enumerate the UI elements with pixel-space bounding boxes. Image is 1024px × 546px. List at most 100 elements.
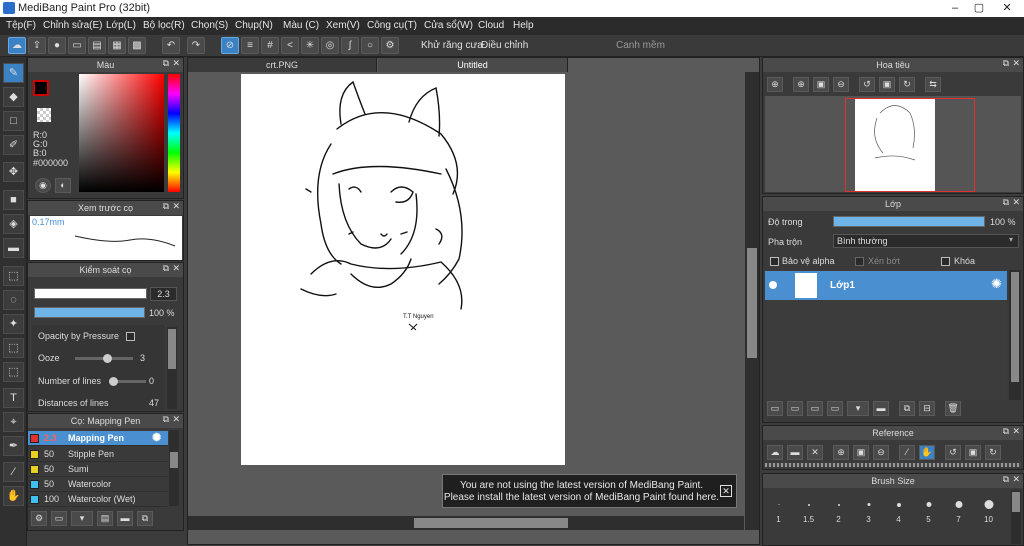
- tab-untitled[interactable]: Untitled: [378, 58, 568, 72]
- foreground-color-swatch[interactable]: [33, 80, 49, 96]
- dock-icon[interactable]: ⧉: [163, 414, 169, 425]
- chat-icon[interactable]: ●: [48, 37, 66, 54]
- reference-fit-icon[interactable]: ▣: [853, 445, 869, 460]
- brush-settings-icon[interactable]: ✺: [152, 431, 161, 446]
- menu-tools[interactable]: Công cụ(T): [367, 20, 417, 31]
- dock-icon[interactable]: ⧉: [1003, 426, 1009, 437]
- brush-size-option[interactable]: 4: [884, 496, 913, 526]
- dock-icon[interactable]: ⧉: [1003, 474, 1009, 485]
- palette-icon[interactable]: ◉: [35, 178, 51, 193]
- navigator-preview[interactable]: [765, 96, 1021, 192]
- brush-size-option[interactable]: 7: [944, 496, 973, 526]
- canvas-horizontal-scrollbar[interactable]: [188, 516, 744, 530]
- close-icon[interactable]: ✕: [172, 414, 180, 425]
- eyedropper-tool-icon[interactable]: ⁄: [3, 462, 24, 482]
- color-history-icon[interactable]: ◐: [55, 178, 71, 193]
- close-icon[interactable]: ✕: [1012, 58, 1020, 69]
- share-icon[interactable]: ⇪: [28, 37, 46, 54]
- rotate-right-icon[interactable]: ↻: [899, 77, 915, 92]
- close-icon[interactable]: ✕: [172, 58, 180, 69]
- text-tool-icon[interactable]: T: [3, 388, 24, 408]
- lock-checkbox[interactable]: [941, 257, 950, 266]
- redo-icon[interactable]: ↷: [187, 37, 205, 54]
- close-icon[interactable]: ✕: [172, 201, 180, 212]
- menu-filter[interactable]: Bộ lọc(R): [143, 20, 185, 31]
- curve-snap-icon[interactable]: ∫: [341, 37, 359, 54]
- radial-snap-icon[interactable]: ✳: [301, 37, 319, 54]
- close-icon[interactable]: ✕: [1012, 474, 1020, 485]
- update-notice[interactable]: You are not using the latest version of …: [442, 474, 737, 508]
- reference-folder-icon[interactable]: ▬: [787, 445, 803, 460]
- ooze-slider[interactable]: [75, 354, 133, 363]
- dock-icon[interactable]: ⧉: [1003, 58, 1009, 69]
- menu-help[interactable]: Help: [513, 20, 534, 31]
- bucket-tool-icon[interactable]: ◈: [3, 214, 24, 234]
- layer-add-menu-icon[interactable]: ▾: [847, 401, 869, 416]
- navigator-viewport[interactable]: [845, 98, 975, 192]
- fit-window-icon[interactable]: ▣: [813, 77, 829, 92]
- document-icon[interactable]: ▤: [88, 37, 106, 54]
- brush-opacity-slider[interactable]: [34, 307, 145, 318]
- delete-layer-icon[interactable]: 🗑: [945, 401, 961, 416]
- fill-shape-tool-icon[interactable]: ■: [3, 190, 24, 210]
- reference-zoom-out-icon[interactable]: ⊖: [873, 445, 889, 460]
- brush-size-option[interactable]: 5: [914, 496, 943, 526]
- drawing-canvas[interactable]: T.T Nguyen: [241, 74, 565, 465]
- visibility-icon[interactable]: [769, 281, 777, 289]
- dot-tool-icon[interactable]: □: [3, 111, 24, 131]
- grid-icon[interactable]: ▩: [128, 37, 146, 54]
- select-eraser-icon[interactable]: ⬚: [3, 362, 24, 382]
- new-1bit-layer-icon[interactable]: ▭: [807, 401, 823, 416]
- brush-size-option[interactable]: 10: [974, 496, 1003, 526]
- background-color-swatch[interactable]: [37, 108, 51, 122]
- vanishing-snap-icon[interactable]: <: [281, 37, 299, 54]
- brush-item[interactable]: 2.3 Mapping Pen ✺: [28, 431, 168, 446]
- layer-folder-icon[interactable]: ▬: [873, 401, 889, 416]
- brush-size-value[interactable]: 2.3: [150, 287, 177, 301]
- layer-settings-icon[interactable]: ✺: [991, 276, 1002, 292]
- canvas-vertical-scrollbar[interactable]: [745, 72, 759, 530]
- reference-rotate-reset-icon[interactable]: ▣: [965, 445, 981, 460]
- divide-tool-icon[interactable]: ✒: [3, 436, 24, 456]
- menu-snap[interactable]: Chụp(N): [235, 20, 273, 31]
- dock-icon[interactable]: ⧉: [163, 58, 169, 69]
- menu-file[interactable]: Tệp(F): [6, 20, 36, 31]
- parallel-snap-icon[interactable]: ≡: [241, 37, 259, 54]
- reference-open-icon[interactable]: ☁: [767, 445, 783, 460]
- pen-tool-icon[interactable]: ✐: [3, 135, 24, 155]
- comment-icon[interactable]: ▭: [68, 37, 86, 54]
- blend-mode-select[interactable]: Bình thường: [833, 234, 1019, 248]
- move-tool-icon[interactable]: ✥: [3, 162, 24, 182]
- select-tool-icon[interactable]: ⬚: [3, 266, 24, 286]
- duplicate-brush-icon[interactable]: ⧉: [137, 511, 153, 526]
- new-8bit-layer-icon[interactable]: ▭: [787, 401, 803, 416]
- cloud-icon[interactable]: ☁: [8, 37, 26, 54]
- undo-icon[interactable]: ↶: [162, 37, 180, 54]
- dock-icon[interactable]: ⧉: [1003, 197, 1009, 208]
- menu-color[interactable]: Màu (C): [283, 20, 319, 31]
- maximize-button[interactable]: ▢: [968, 0, 990, 16]
- reference-eyedropper-icon[interactable]: ⁄: [899, 445, 915, 460]
- halftone-layer-icon[interactable]: ▭: [827, 401, 843, 416]
- notice-close-icon[interactable]: ✕: [720, 485, 732, 497]
- dock-icon[interactable]: ⧉: [163, 263, 169, 274]
- reference-close-icon[interactable]: ✕: [807, 445, 823, 460]
- reference-rotate-right-icon[interactable]: ↻: [985, 445, 1001, 460]
- brush-control-scrollbar[interactable]: [167, 327, 177, 409]
- flip-icon[interactable]: ⇆: [925, 77, 941, 92]
- new-brush-icon[interactable]: ▭: [51, 511, 67, 526]
- brush-size-option[interactable]: 1.5: [794, 496, 823, 526]
- brush-item[interactable]: 50 Sumi: [28, 462, 168, 477]
- menu-select[interactable]: Chọn(S): [191, 20, 228, 31]
- close-icon[interactable]: ✕: [172, 263, 180, 274]
- menu-edit[interactable]: Chỉnh sửa(E): [43, 20, 103, 31]
- gradient-tool-icon[interactable]: ▬: [3, 238, 24, 258]
- menu-view[interactable]: Xem(V): [326, 20, 360, 31]
- brush-menu-icon[interactable]: ▾: [71, 511, 93, 526]
- reference-rotate-left-icon[interactable]: ↺: [945, 445, 961, 460]
- chevron-down-icon[interactable]: ▾: [1009, 235, 1013, 244]
- brush-size-option[interactable]: 3: [854, 496, 883, 526]
- brush-size-option[interactable]: 2: [824, 496, 853, 526]
- brush-tool-icon[interactable]: ✎: [3, 63, 24, 83]
- opacity-pressure-checkbox[interactable]: [126, 332, 135, 341]
